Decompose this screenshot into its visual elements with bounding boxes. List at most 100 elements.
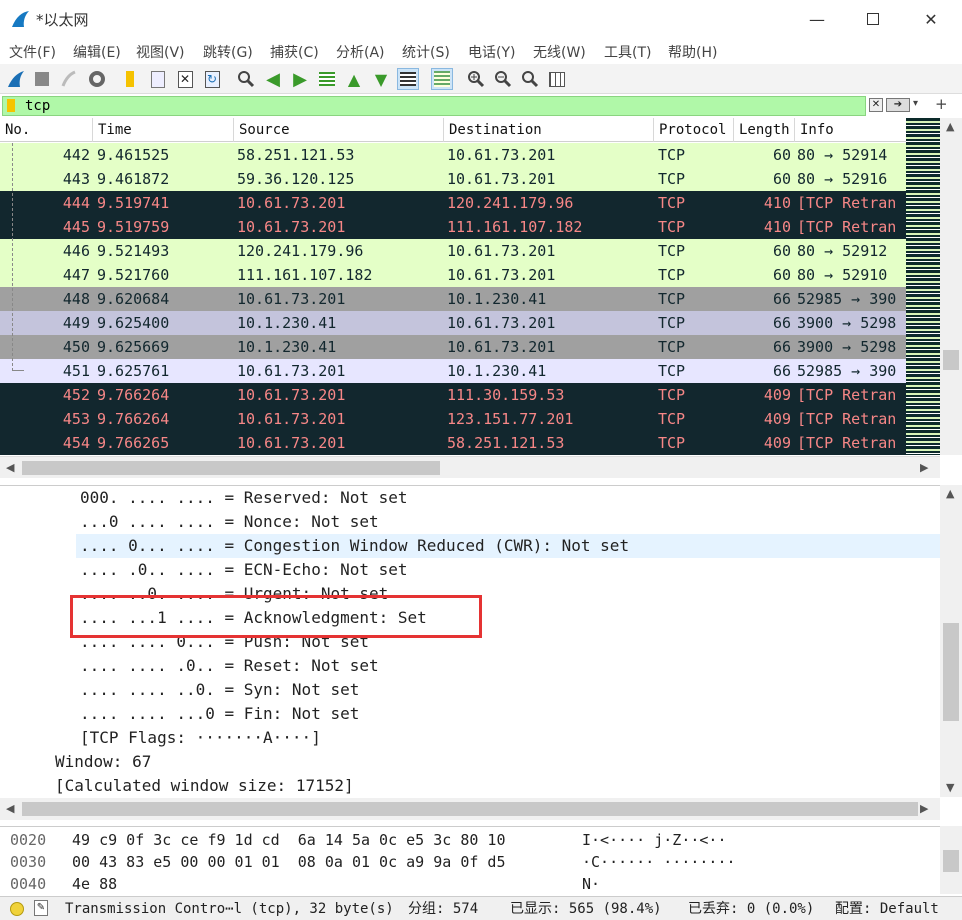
display-filter-input[interactable]	[2, 96, 866, 116]
menu-go[interactable]: 跳转(G)	[203, 42, 253, 62]
detail-line[interactable]: .... .... ..0. = Syn: Not set	[0, 678, 940, 702]
colorize-icon[interactable]	[431, 68, 453, 90]
clear-filter-icon[interactable]: ✕	[869, 98, 883, 112]
detail-line[interactable]: .... .0.. .... = ECN-Echo: Not set	[0, 558, 940, 582]
details-scrollbar[interactable]: ▲ ▼	[940, 485, 962, 797]
packet-cell-time: 9.519741	[97, 194, 170, 212]
packet-cell-no: 446	[62, 242, 90, 260]
apply-filter-icon[interactable]: ➔	[886, 98, 910, 112]
packet-row[interactable]: 453 9.766264 10.61.73.201 123.151.77.201 TCP…	[0, 407, 906, 431]
details-hscrollbar[interactable]: ◀ ▶	[0, 798, 940, 820]
detail-line[interactable]: 000. .... .... = Reserved: Not set	[0, 486, 940, 510]
packet-row[interactable]: 443 9.461872 59.36.120.125 10.61.73.201 TCP 6…	[0, 167, 906, 191]
packet-row[interactable]: 445 9.519759 10.61.73.201 111.161.107.182 TC…	[0, 215, 906, 239]
packet-cell-time: 9.461525	[97, 146, 170, 164]
open-file-icon[interactable]	[119, 68, 141, 90]
zoom-normal-icon[interactable]	[519, 68, 541, 90]
menu-tools[interactable]: 工具(T)	[604, 42, 651, 62]
detail-line[interactable]: .... .... .0.. = Reset: Not set	[0, 654, 940, 678]
packet-row[interactable]: 444 9.519741 10.61.73.201 120.241.179.96 TCP…	[0, 191, 906, 215]
menu-help[interactable]: 帮助(H)	[668, 42, 717, 62]
scroll-left-icon[interactable]: ◀	[6, 802, 14, 815]
find-packet-icon[interactable]	[235, 68, 257, 90]
menu-telephony[interactable]: 电话(Y)	[468, 42, 515, 62]
packet-row[interactable]: 450 9.625669 10.1.230.41 10.61.73.201 TCP 66 3…	[0, 335, 906, 359]
stop-capture-icon[interactable]	[31, 68, 53, 90]
hex-offset: 0020	[10, 831, 47, 849]
detail-line[interactable]: .... 0... .... = Congestion Window Reduc…	[76, 534, 940, 558]
menu-view[interactable]: 视图(V)	[136, 42, 185, 62]
capture-options-icon[interactable]	[86, 68, 108, 90]
detail-line[interactable]: .... .... ...0 = Fin: Not set	[0, 702, 940, 726]
column-source[interactable]: Source	[233, 118, 443, 142]
packet-row[interactable]: 447 9.521760 111.161.107.182 10.61.73.201 TC…	[0, 263, 906, 287]
packet-list-header: No. Time Source Destination Protocol Len…	[0, 118, 906, 142]
hex-line[interactable]: 0030 00 43 83 e5 00 00 01 01 08 0a 01 0c …	[0, 851, 940, 873]
packet-row[interactable]: 451 9.625761 10.61.73.201 10.1.230.41 TCP 66 5…	[0, 359, 906, 383]
packet-cell-info: 80 → 52914	[797, 146, 888, 164]
close-file-icon[interactable]: ✕	[174, 68, 196, 90]
packet-row[interactable]: 452 9.766264 10.61.73.201 111.30.159.53 TCP 4…	[0, 383, 906, 407]
scroll-up-icon[interactable]: ▲	[946, 120, 954, 133]
start-capture-icon[interactable]	[5, 68, 27, 90]
status-profile[interactable]: 配置: Default	[835, 897, 939, 920]
column-length[interactable]: Length	[733, 118, 794, 142]
packet-row[interactable]: 446 9.521493 120.241.179.96 10.61.73.201 TCP…	[0, 239, 906, 263]
capture-comment-icon[interactable]: ✎	[34, 900, 48, 916]
packet-cell-len: 409	[763, 386, 791, 404]
filter-history-icon[interactable]: ▾	[913, 98, 918, 109]
menu-file[interactable]: 文件(F)	[9, 42, 56, 62]
scroll-right-icon[interactable]: ▶	[920, 802, 928, 815]
packet-row[interactable]: 454 9.766265 10.61.73.201 58.251.121.53 TCP 4…	[0, 431, 906, 455]
hex-offset: 0040	[10, 875, 47, 893]
maximize-button[interactable]	[844, 0, 902, 38]
detail-line[interactable]: [Calculated window size: 17152]	[0, 774, 940, 797]
menu-capture[interactable]: 捕获(C)	[270, 42, 319, 62]
auto-scroll-icon[interactable]	[397, 68, 419, 90]
column-time[interactable]: Time	[92, 118, 233, 142]
zoom-out-icon[interactable]	[492, 68, 514, 90]
menu-wireless[interactable]: 无线(W)	[533, 42, 586, 62]
reload-file-icon[interactable]: ↻	[201, 68, 223, 90]
packet-row[interactable]: 448 9.620684 10.61.73.201 10.1.230.41 TCP 66 5…	[0, 287, 906, 311]
packet-minimap[interactable]	[906, 118, 940, 455]
close-button[interactable]: ✕	[902, 0, 960, 38]
scroll-right-icon[interactable]: ▶	[920, 461, 928, 474]
go-back-icon[interactable]: ◀	[262, 68, 284, 90]
column-destination[interactable]: Destination	[443, 118, 653, 142]
hex-line[interactable]: 0040 4e 88 N·	[0, 873, 940, 894]
add-filter-button-icon[interactable]: +	[935, 95, 948, 113]
bytes-scrollbar[interactable]	[940, 826, 962, 894]
packet-list-hscrollbar[interactable]: ◀ ▶	[0, 456, 940, 478]
expert-info-icon[interactable]	[10, 902, 24, 916]
go-first-packet-icon[interactable]: ▲	[343, 68, 365, 90]
restart-capture-icon[interactable]	[58, 68, 80, 90]
packet-row[interactable]: 449 9.625400 10.1.230.41 10.61.73.201 TCP 66 3…	[0, 311, 906, 335]
packet-cell-no: 443	[62, 170, 90, 188]
detail-line[interactable]: ...0 .... .... = Nonce: Not set	[0, 510, 940, 534]
column-info[interactable]: Info	[794, 118, 906, 142]
packet-list-scrollbar[interactable]: ▲	[940, 118, 962, 455]
filter-bookmark-icon[interactable]	[7, 99, 15, 112]
go-last-packet-icon[interactable]: ▼	[370, 68, 392, 90]
go-to-packet-icon[interactable]	[316, 68, 338, 90]
scroll-up-icon[interactable]: ▲	[946, 487, 954, 500]
column-protocol[interactable]: Protocol	[653, 118, 733, 142]
menu-analyze[interactable]: 分析(A)	[336, 42, 385, 62]
hex-line[interactable]: 0020 49 c9 0f 3c ce f9 1d cd 6a 14 5a 0c …	[0, 829, 940, 851]
scroll-left-icon[interactable]: ◀	[6, 461, 14, 474]
detail-line[interactable]: [TCP Flags: ·······A····]	[0, 726, 940, 750]
menu-edit[interactable]: 编辑(E)	[73, 42, 121, 62]
minimize-button[interactable]: —	[788, 0, 846, 38]
hex-bytes: 49 c9 0f 3c ce f9 1d cd 6a 14 5a 0c e5 3…	[72, 831, 506, 849]
detail-line[interactable]: Window: 67	[0, 750, 940, 774]
go-forward-icon[interactable]: ▶	[289, 68, 311, 90]
column-no[interactable]: No.	[0, 118, 92, 142]
resize-columns-icon[interactable]	[546, 68, 568, 90]
scroll-down-icon[interactable]: ▼	[946, 781, 954, 794]
hex-bytes: 00 43 83 e5 00 00 01 01 08 0a 01 0c a9 9…	[72, 853, 506, 871]
save-file-icon[interactable]	[147, 68, 169, 90]
zoom-in-icon[interactable]	[465, 68, 487, 90]
menu-statistics[interactable]: 统计(S)	[402, 42, 450, 62]
packet-row[interactable]: 442 9.461525 58.251.121.53 10.61.73.201 TCP 6…	[0, 143, 906, 167]
